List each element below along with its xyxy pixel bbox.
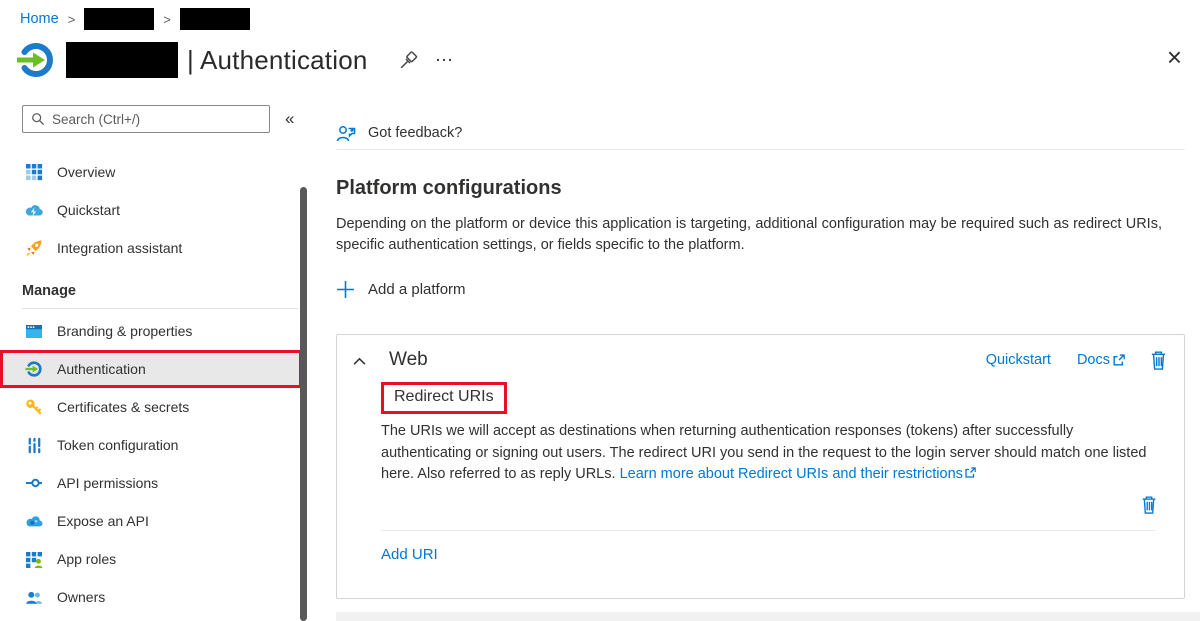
docs-label: Docs (1077, 352, 1110, 368)
external-link-icon (964, 467, 976, 479)
branding-icon (25, 322, 43, 340)
sidebar-item-app-roles[interactable]: App roles (0, 540, 302, 578)
web-platform-card: Web Quickstart Docs Redirect URIs The UR… (336, 334, 1185, 599)
redirect-uris-description: The URIs we will accept as destinations … (381, 421, 1153, 486)
sidebar-item-label: Certificates & secrets (57, 399, 189, 415)
docs-link[interactable]: Docs (1077, 352, 1125, 368)
platform-configurations-heading: Platform configurations (336, 177, 1185, 200)
page-header: | Authentication … (16, 40, 456, 80)
expose-api-icon (25, 512, 43, 530)
quickstart-icon (25, 201, 43, 219)
sidebar-item-token-configuration[interactable]: Token configuration (0, 426, 302, 464)
sidebar-item-expose-an-api[interactable]: Expose an API (0, 502, 302, 540)
redirect-uris-heading: Redirect URIs (394, 388, 494, 405)
learn-more-link[interactable]: Learn more about Redirect URIs and their… (620, 466, 963, 482)
external-link-icon (1112, 354, 1125, 367)
token-configuration-icon (25, 436, 43, 454)
sidebar-item-certificates-secrets[interactable]: Certificates & secrets (0, 388, 302, 426)
sidebar-item-owners[interactable]: Owners (0, 578, 302, 616)
integration-assistant-icon (25, 239, 43, 257)
breadcrumb-home-link[interactable]: Home (20, 11, 59, 27)
app-roles-icon (25, 550, 43, 568)
collapse-sidebar-icon[interactable]: « (285, 109, 294, 129)
sidebar-item-label: Integration assistant (57, 240, 182, 256)
got-feedback-label: Got feedback? (368, 125, 462, 141)
sidebar-item-api-permissions[interactable]: API permissions (0, 464, 302, 502)
add-platform-label: Add a platform (368, 281, 466, 298)
sidebar-item-label: Branding & properties (57, 323, 192, 339)
redirect-uri-row (353, 486, 1168, 530)
breadcrumb-separator: > (68, 12, 76, 27)
sidebar-item-label: Owners (57, 589, 105, 605)
app-registration-icon (16, 40, 56, 80)
redacted-breadcrumb-item (84, 8, 154, 30)
redacted-breadcrumb-item (180, 8, 250, 30)
sidebar-item-label: Quickstart (57, 202, 120, 218)
sidebar-item-label: Expose an API (57, 513, 149, 529)
sidebar: « Overview Quickstart Integration assist… (0, 105, 318, 621)
feedback-icon (336, 124, 357, 143)
delete-uri-icon[interactable] (1140, 494, 1158, 520)
got-feedback-button[interactable]: Got feedback? (336, 108, 1185, 146)
web-card-header: Web Quickstart Docs (353, 349, 1168, 371)
pin-icon[interactable] (398, 50, 419, 71)
redacted-app-name (66, 42, 178, 78)
main-content: Got feedback? Platform configurations De… (336, 108, 1185, 599)
annotation-box-redirect-uris: Redirect URIs (381, 382, 507, 414)
add-uri-button[interactable]: Add URI (381, 546, 438, 563)
platform-configurations-description: Depending on the platform or device this… (336, 214, 1185, 256)
sidebar-item-label: Overview (57, 164, 115, 180)
more-actions-icon[interactable]: … (435, 51, 456, 69)
page-title: | Authentication (187, 45, 368, 76)
search-input[interactable] (52, 112, 252, 127)
breadcrumb: Home > > (20, 8, 250, 30)
sidebar-scrollbar[interactable] (300, 187, 307, 621)
sidebar-item-label: Authentication (57, 361, 146, 377)
plus-icon (336, 280, 355, 299)
sidebar-item-label: App roles (57, 551, 116, 567)
sidebar-item-label: Token configuration (57, 437, 178, 453)
sidebar-item-branding-properties[interactable]: Branding & properties (0, 312, 302, 350)
sidebar-item-quickstart[interactable]: Quickstart (0, 191, 302, 229)
delete-platform-icon[interactable] (1149, 349, 1168, 371)
web-card-title: Web (389, 349, 428, 371)
owners-icon (25, 588, 43, 606)
api-permissions-icon (25, 474, 43, 492)
overview-icon (25, 163, 43, 181)
certificates-icon (25, 398, 43, 416)
add-platform-button[interactable]: Add a platform (336, 280, 496, 299)
divider (22, 308, 298, 309)
breadcrumb-separator: > (163, 12, 171, 27)
sidebar-nav: Overview Quickstart Integration assistan… (0, 153, 318, 616)
chevron-up-icon[interactable] (353, 354, 366, 366)
sidebar-item-authentication[interactable]: Authentication (0, 350, 302, 388)
content-background (336, 612, 1200, 621)
sidebar-item-integration-assistant[interactable]: Integration assistant (0, 229, 302, 267)
divider (381, 530, 1156, 531)
divider (336, 149, 1185, 150)
sidebar-item-overview[interactable]: Overview (0, 153, 302, 191)
sidebar-section-manage: Manage (0, 277, 318, 305)
quickstart-link[interactable]: Quickstart (986, 352, 1051, 368)
close-icon[interactable]: × (1167, 44, 1182, 70)
authentication-icon (25, 360, 43, 378)
search-icon (31, 112, 45, 126)
sidebar-item-label: API permissions (57, 475, 158, 491)
search-box (22, 105, 270, 133)
